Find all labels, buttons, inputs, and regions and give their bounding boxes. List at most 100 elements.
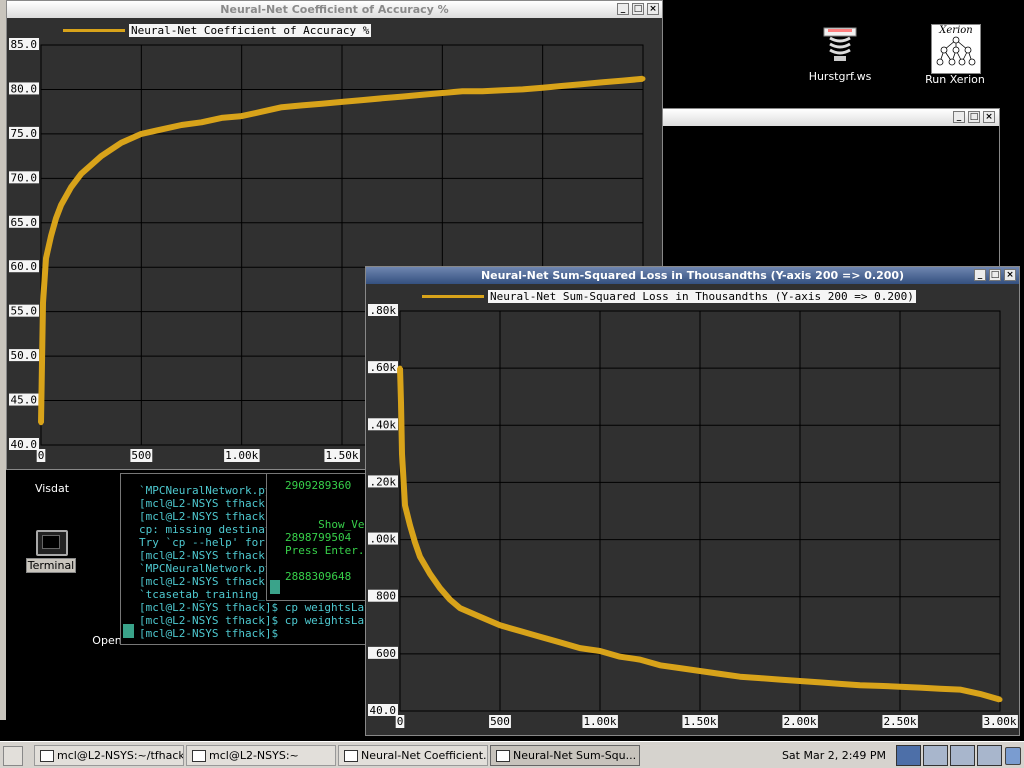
data-point — [58, 202, 64, 208]
tray-icon[interactable] — [1005, 747, 1021, 765]
x-tick-label: 2.00k — [783, 715, 816, 728]
terminal-side-line: Show_Ve — [285, 518, 365, 531]
data-point — [53, 215, 59, 221]
y-tick-label: 40.0 — [370, 704, 397, 717]
data-point — [48, 233, 54, 239]
task-loss-window[interactable]: Neural-Net Sum-Squ... — [490, 745, 640, 766]
data-point — [580, 81, 586, 87]
hurstgrf-icon[interactable] — [820, 26, 860, 62]
workspace-2[interactable] — [923, 745, 948, 766]
data-point — [279, 104, 285, 110]
run-xerion-label[interactable]: Run Xerion — [915, 73, 995, 86]
data-point — [178, 122, 184, 128]
data-point — [600, 79, 606, 85]
minimize-button[interactable]: _ — [953, 111, 965, 123]
y-tick-label: .00k — [370, 533, 397, 546]
task-terminal-tfhack[interactable]: mcl@L2-NSYS:~/tfhack — [34, 745, 184, 766]
data-point — [697, 668, 703, 674]
y-tick-label: 80.0 — [11, 82, 38, 95]
y-tick-label: .60k — [370, 361, 397, 374]
data-point — [138, 131, 144, 137]
data-point — [537, 634, 543, 640]
terminal-side-line: Press Enter.. — [285, 544, 368, 557]
terminal-line: [mcl@L2-NSYS tfhack]$ — [139, 510, 279, 523]
terminal-line: Try `cp --help' for m — [139, 536, 279, 549]
data-point — [417, 554, 423, 560]
task-accuracy-window[interactable]: Neural-Net Coefficient... — [338, 745, 488, 766]
visdat-label[interactable]: Visdat — [22, 482, 82, 495]
task-label: Neural-Net Coefficient... — [361, 749, 488, 762]
clock[interactable]: Sat Mar 2, 2:49 PM — [778, 745, 890, 766]
x-tick-label: 1.50k — [683, 715, 716, 728]
terminal-line: `tcasetab_training_Fe — [139, 588, 279, 601]
data-point — [777, 677, 783, 683]
data-point — [402, 502, 408, 508]
data-point — [797, 678, 803, 684]
data-point — [38, 420, 44, 426]
loss-window[interactable]: Neural-Net Sum-Squared Loss in Thousandt… — [365, 266, 1020, 736]
data-point — [158, 126, 164, 132]
workspace-switcher[interactable] — [896, 745, 1002, 766]
data-point — [299, 102, 305, 108]
maximize-button[interactable]: □ — [968, 111, 980, 123]
data-point — [479, 88, 485, 94]
data-point — [339, 99, 345, 105]
terminal-scrollbar[interactable] — [123, 624, 134, 638]
data-point — [837, 681, 843, 687]
data-point — [557, 639, 563, 645]
data-point — [817, 679, 823, 685]
data-point — [637, 657, 643, 663]
terminal-icon[interactable] — [36, 530, 68, 556]
data-point — [497, 622, 503, 628]
workspace-3[interactable] — [950, 745, 975, 766]
workspace-1[interactable] — [896, 745, 921, 766]
taskbar: mcl@L2-NSYS:~/tfhack mcl@L2-NSYS:~ Neura… — [0, 741, 1024, 768]
y-tick-label: 40.0 — [11, 438, 38, 451]
terminal-side-window[interactable]: 2909289360 Show_Ve 2898799504 Press Ente… — [266, 473, 368, 601]
terminal-label[interactable]: Terminal — [26, 558, 76, 573]
window-task-icon — [344, 750, 358, 762]
terminal-task-icon — [40, 750, 54, 762]
terminal-line: `MPCNeuralNetwork.py' — [139, 562, 279, 575]
terminal-line: [mcl@L2-NSYS tfhack]$ — [139, 627, 285, 640]
data-point — [427, 571, 433, 577]
close-button[interactable]: × — [983, 111, 995, 123]
y-tick-label: 60.0 — [11, 260, 38, 273]
data-point — [617, 654, 623, 660]
background-window[interactable]: _ □ × — [662, 108, 1000, 270]
terminal-line: [mcl@L2-NSYS tfhack]$ cp weightsLayer1 — [139, 601, 368, 614]
data-point — [560, 83, 566, 89]
terminal-task-icon — [192, 750, 206, 762]
task-terminal-home[interactable]: mcl@L2-NSYS:~ — [186, 745, 336, 766]
y-tick-label: 85.0 — [11, 38, 38, 51]
x-tick-label: 500 — [490, 715, 510, 728]
window-task-icon — [496, 750, 510, 762]
terminal-side-scrollbar[interactable] — [270, 580, 280, 594]
data-point — [88, 162, 94, 168]
data-point — [500, 87, 506, 93]
left-edge-window[interactable] — [0, 0, 6, 720]
data-point — [43, 255, 49, 261]
x-tick-label: 3.00k — [983, 715, 1016, 728]
terminal-line: `MPCNeuralNetwork.py; — [139, 484, 279, 497]
data-point — [359, 97, 365, 103]
y-tick-label: .40k — [370, 418, 397, 431]
data-point — [398, 399, 404, 405]
y-tick-label: 75.0 — [11, 127, 38, 140]
background-window-titlebar[interactable] — [663, 109, 999, 126]
start-menu-icon[interactable] — [3, 746, 23, 766]
terminal-line: [mcl@L2-NSYS tfhack]$ — [139, 549, 279, 562]
workspace-4[interactable] — [977, 745, 1002, 766]
data-point — [437, 585, 443, 591]
x-tick-label: 2.50k — [883, 715, 916, 728]
data-point — [677, 665, 683, 671]
hurstgrf-label[interactable]: Hurstgrf.ws — [800, 70, 880, 83]
data-point — [219, 115, 225, 121]
data-point — [620, 78, 626, 84]
data-point — [78, 171, 84, 177]
data-point — [517, 628, 523, 634]
data-point — [399, 94, 405, 100]
data-point — [717, 671, 723, 677]
xerion-icon[interactable]: Xerion — [931, 24, 981, 74]
y-tick-label: 65.0 — [11, 216, 38, 229]
